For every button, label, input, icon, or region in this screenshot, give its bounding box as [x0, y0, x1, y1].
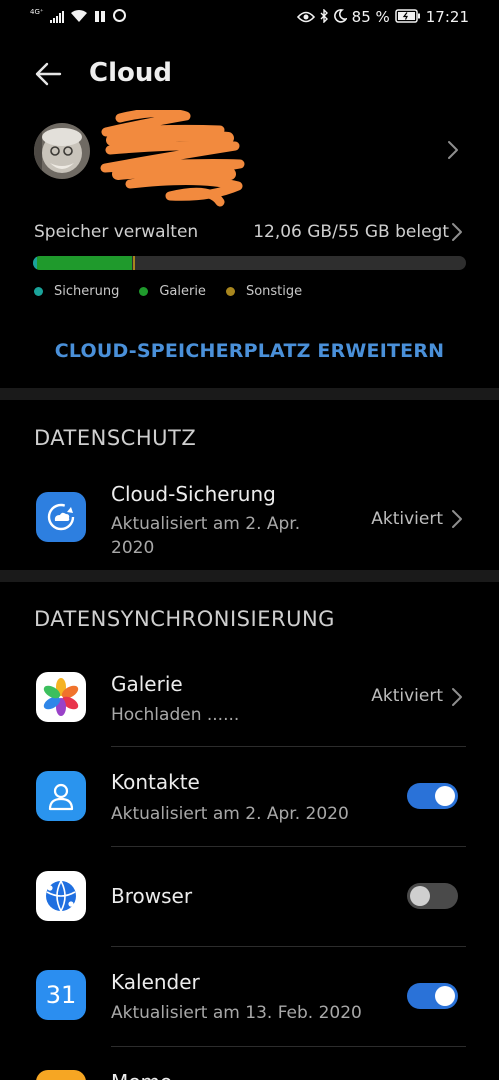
chevron-right-icon[interactable] — [451, 222, 463, 246]
bluetooth-icon — [320, 7, 329, 27]
back-button[interactable] — [30, 56, 66, 92]
sync-item-gallery[interactable]: Galerie Hochladen ...... Aktiviert — [0, 650, 499, 747]
eye-comfort-icon — [296, 8, 315, 27]
contacts-sync-toggle[interactable] — [407, 783, 458, 809]
gallery-app-icon — [36, 672, 86, 722]
gallery-title: Galerie — [111, 672, 183, 696]
contacts-title: Kontakte — [111, 770, 200, 794]
storage-legend: Sicherung Galerie Sonstige — [34, 284, 302, 299]
calendar-date-number: 31 — [45, 981, 77, 1009]
cloud-backup-subtitle-line2: 2020 — [111, 538, 155, 558]
chevron-right-icon — [451, 509, 463, 533]
chevron-right-icon — [447, 140, 459, 164]
memo-app-icon — [36, 1070, 86, 1080]
storage-bar-gallery-segment — [37, 256, 132, 270]
cloud-backup-app-icon — [36, 492, 86, 542]
status-right: 85 % 17:21 — [296, 7, 469, 27]
cloud-backup-subtitle-line1: Aktualisiert am 2. Apr. — [111, 514, 301, 534]
sync-item-browser: Browser — [0, 847, 499, 947]
status-bar: 4G⁺ 85 % 17:21 — [0, 0, 499, 36]
signal-icon — [49, 8, 64, 27]
storage-usage-bar — [33, 256, 466, 270]
toggle-knob — [410, 886, 430, 906]
contacts-app-icon — [36, 771, 86, 821]
section-divider — [0, 388, 499, 400]
sync-circle-icon — [112, 8, 127, 27]
manage-storage-label[interactable]: Speicher verwalten — [34, 222, 198, 242]
contacts-subtitle: Aktualisiert am 2. Apr. 2020 — [111, 804, 349, 824]
sync-section-header: DATENSYNCHRONISIERUNG — [34, 607, 335, 631]
network-type-label: 4G⁺ — [30, 7, 44, 16]
legend-label: Sonstige — [245, 284, 303, 299]
wifi-icon — [70, 8, 88, 27]
account-row[interactable] — [0, 107, 499, 207]
pause-icon — [94, 8, 106, 27]
section-divider — [0, 570, 499, 582]
calendar-title: Kalender — [111, 970, 200, 994]
legend-item-backup: Sicherung — [34, 284, 119, 299]
calendar-subtitle: Aktualisiert am 13. Feb. 2020 — [111, 1003, 362, 1023]
browser-sync-toggle[interactable] — [407, 883, 458, 909]
clock: 17:21 — [425, 8, 469, 26]
do-not-disturb-moon-icon — [333, 8, 348, 27]
status-left: 4G⁺ — [30, 8, 127, 26]
legend-dot — [34, 287, 43, 296]
cloud-backup-row[interactable]: Cloud-Sicherung Aktualisiert am 2. Apr. … — [0, 470, 499, 566]
storage-usage-value[interactable]: 12,06 GB/55 GB belegt — [253, 222, 449, 242]
legend-dot — [225, 287, 235, 296]
browser-title: Browser — [111, 884, 193, 908]
battery-icon — [395, 8, 421, 27]
memo-title: Memo — [111, 1070, 172, 1080]
gallery-status: Aktiviert — [371, 686, 443, 706]
name-redaction-scribble — [100, 107, 250, 210]
sync-item-memo[interactable]: Memo — [0, 1047, 499, 1080]
cloud-backup-status: Aktiviert — [371, 509, 443, 529]
sync-item-contacts: Kontakte Aktualisiert am 2. Apr. 2020 — [0, 747, 499, 847]
sync-item-calendar: 31 Kalender Aktualisiert am 13. Feb. 202… — [0, 947, 499, 1047]
legend-dot — [139, 287, 149, 296]
back-arrow-icon — [35, 62, 62, 86]
gallery-subtitle: Hochladen ...... — [111, 705, 240, 725]
toggle-knob — [435, 986, 455, 1006]
expand-cloud-storage-link[interactable]: CLOUD-SPEICHERPLATZ ERWEITERN — [0, 340, 499, 362]
legend-item-gallery: Galerie — [139, 284, 206, 299]
cloud-settings-screen: 4G⁺ 85 % 17:21 Cloud Speicher verwalten … — [0, 0, 499, 1080]
toggle-knob — [435, 786, 455, 806]
avatar — [34, 123, 90, 179]
calendar-sync-toggle[interactable] — [407, 983, 458, 1009]
legend-item-other: Sonstige — [225, 284, 303, 299]
chevron-right-icon — [451, 687, 463, 711]
legend-label: Sicherung — [54, 284, 120, 299]
calendar-app-icon: 31 — [36, 970, 86, 1020]
battery-percent: 85 % — [351, 8, 390, 26]
cloud-backup-title: Cloud-Sicherung — [111, 482, 276, 506]
privacy-section-header: DATENSCHUTZ — [34, 426, 197, 450]
legend-label: Galerie — [159, 284, 206, 299]
browser-app-icon — [36, 871, 86, 921]
storage-bar-other-segment — [133, 256, 135, 270]
page-title: Cloud — [89, 58, 172, 88]
